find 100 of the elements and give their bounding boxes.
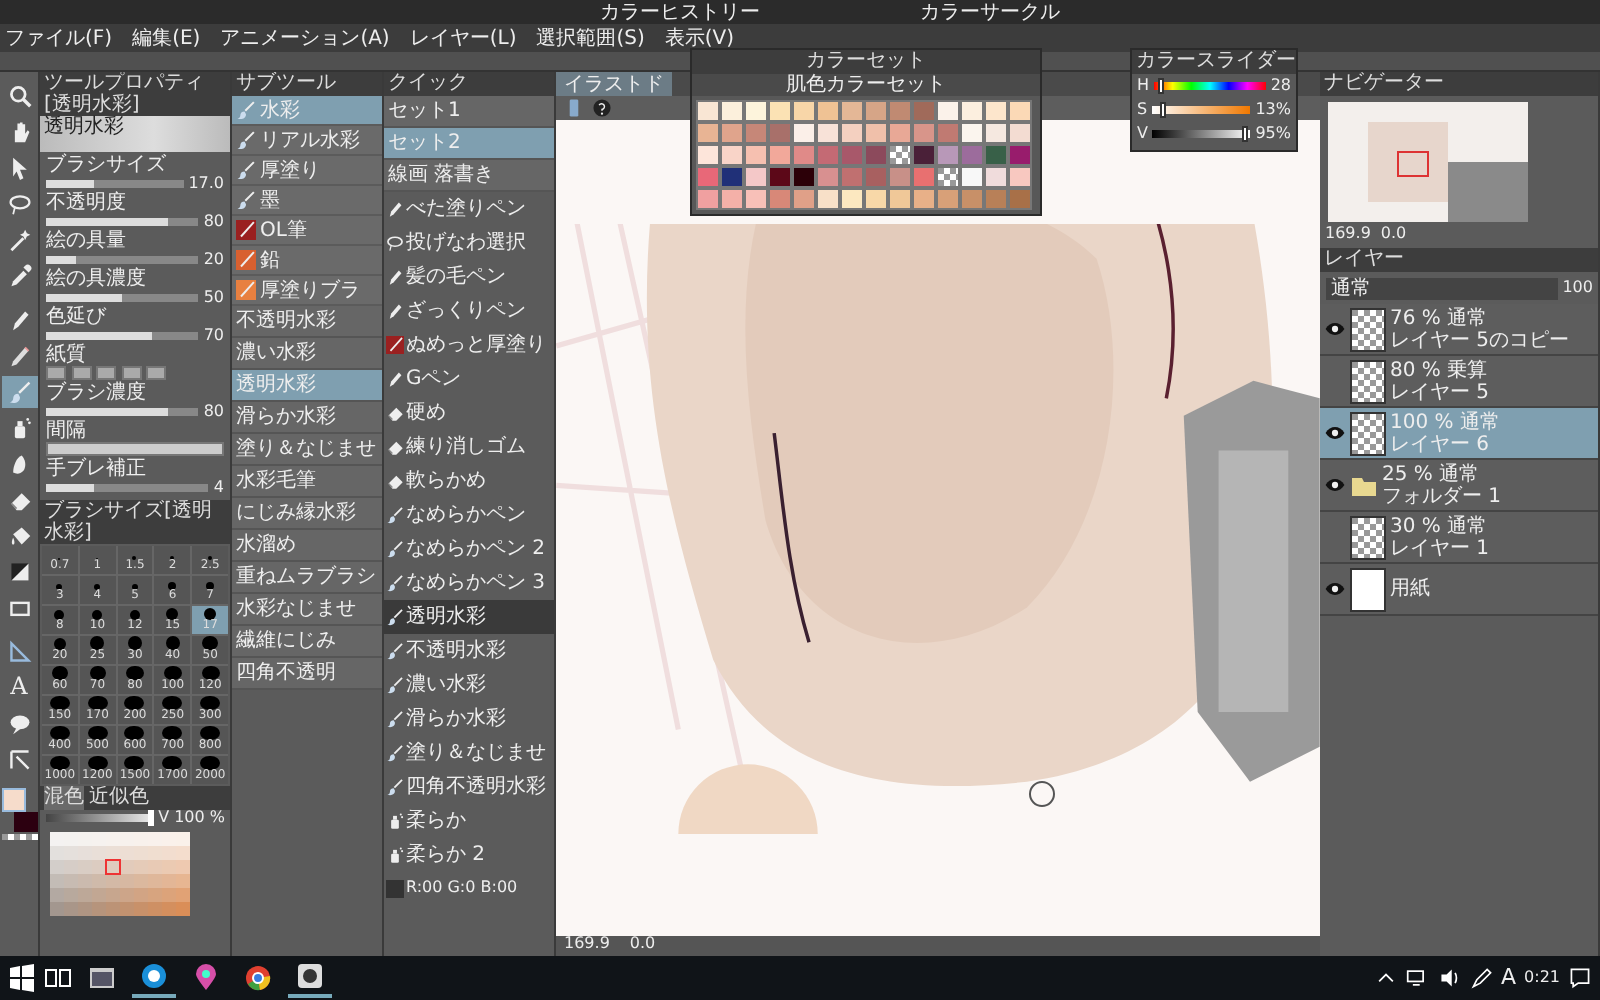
sub-tool-item[interactable]: 重ねムラブラシ bbox=[232, 562, 382, 594]
color-swatch[interactable] bbox=[912, 144, 936, 166]
slider-track[interactable] bbox=[46, 256, 199, 265]
layer-row[interactable]: 80 % 乗算 レイヤー 5 bbox=[1320, 356, 1598, 409]
slider-track[interactable] bbox=[46, 294, 199, 303]
quick-access-item[interactable]: R:00 G:0 B:00 bbox=[384, 872, 554, 906]
color-swatch[interactable] bbox=[960, 122, 984, 144]
color-swatch[interactable] bbox=[1008, 166, 1032, 188]
sub-tool-group[interactable]: 厚塗りブラ bbox=[232, 276, 382, 304]
sub-tool-item[interactable]: 塗り＆なじませ bbox=[232, 434, 382, 466]
color-swatch[interactable] bbox=[816, 122, 840, 144]
spacing-selector[interactable] bbox=[46, 442, 224, 456]
color-swatch[interactable] bbox=[768, 100, 792, 122]
color-swatch[interactable] bbox=[744, 144, 768, 166]
sub-tool-item[interactable]: 水彩なじませ bbox=[232, 594, 382, 626]
quick-access-item[interactable]: 四角不透明水彩 bbox=[384, 770, 554, 804]
brush-tool-button[interactable] bbox=[1, 375, 37, 407]
color-swatch[interactable] bbox=[696, 122, 720, 144]
set-tab[interactable]: セット1 bbox=[384, 96, 554, 128]
color-swatch[interactable] bbox=[744, 122, 768, 144]
texture-swatch[interactable] bbox=[46, 366, 66, 380]
quick-access-item[interactable]: 柔らか 2 bbox=[384, 838, 554, 872]
color-swatch[interactable] bbox=[720, 188, 744, 210]
color-swatch[interactable] bbox=[936, 166, 960, 188]
layer-row[interactable]: 用紙 bbox=[1320, 564, 1598, 617]
sub-tool-item[interactable]: 四角不透明 bbox=[232, 658, 382, 690]
slider-track[interactable] bbox=[46, 332, 199, 341]
color-swatch[interactable] bbox=[792, 122, 816, 144]
color-swatch[interactable] bbox=[840, 122, 864, 144]
color-swatch[interactable] bbox=[720, 166, 744, 188]
color-swatch[interactable] bbox=[816, 144, 840, 166]
color-swatch[interactable] bbox=[984, 100, 1008, 122]
sub-tool-item[interactable]: 水溜め bbox=[232, 530, 382, 562]
sub-tool-item[interactable]: 滑らか水彩 bbox=[232, 402, 382, 434]
color-swatch[interactable] bbox=[936, 122, 960, 144]
eye-icon[interactable] bbox=[1323, 578, 1345, 601]
color-swatch[interactable] bbox=[960, 166, 984, 188]
menu-item[interactable]: アニメーション(A) bbox=[220, 27, 390, 49]
quick-access-item[interactable]: 軟らかめ bbox=[384, 464, 554, 498]
menu-item[interactable]: ファイル(F) bbox=[5, 27, 113, 49]
color-swatch[interactable] bbox=[744, 100, 768, 122]
color-swatch[interactable] bbox=[936, 100, 960, 122]
slider-track[interactable] bbox=[46, 218, 199, 227]
color-swatch[interactable] bbox=[1008, 100, 1032, 122]
color-swatch[interactable] bbox=[864, 100, 888, 122]
texture-swatch[interactable] bbox=[71, 366, 91, 380]
phone-icon[interactable] bbox=[564, 98, 584, 118]
quick-access-item[interactable]: なめらかペン 3 bbox=[384, 566, 554, 600]
color-swatch[interactable] bbox=[768, 144, 792, 166]
sub-tool-item[interactable]: 繊維にじみ bbox=[232, 626, 382, 658]
slider-track[interactable] bbox=[46, 408, 199, 417]
eye-icon[interactable] bbox=[1323, 318, 1345, 341]
color-swatch[interactable] bbox=[888, 144, 912, 166]
color-swatch[interactable] bbox=[792, 188, 816, 210]
color-swatch[interactable] bbox=[816, 100, 840, 122]
layer-row[interactable]: 76 % 通常 レイヤー 5のコピー bbox=[1320, 304, 1598, 357]
quick-access-item[interactable]: べた塗りペン bbox=[384, 192, 554, 226]
color-swatch[interactable] bbox=[936, 144, 960, 166]
quick-access-item[interactable]: 濃い水彩 bbox=[384, 668, 554, 702]
color-swatch[interactable] bbox=[696, 100, 720, 122]
volume-icon[interactable] bbox=[1437, 966, 1461, 990]
notification-icon[interactable] bbox=[1568, 966, 1592, 990]
eye-icon[interactable] bbox=[1323, 422, 1345, 445]
quick-access-item[interactable]: なめらかペン bbox=[384, 498, 554, 532]
color-swatch[interactable] bbox=[744, 166, 768, 188]
quick-access-item[interactable]: なめらかペン 2 bbox=[384, 532, 554, 566]
color-swatch[interactable] bbox=[792, 166, 816, 188]
sub-tool-item[interactable]: 濃い水彩 bbox=[232, 338, 382, 370]
color-swatch[interactable] bbox=[768, 188, 792, 210]
color-swatch[interactable] bbox=[864, 144, 888, 166]
quick-access-item[interactable]: 透明水彩 bbox=[384, 600, 554, 634]
slider-thumb[interactable] bbox=[147, 809, 154, 826]
color-swatch[interactable] bbox=[816, 188, 840, 210]
color-swatch[interactable] bbox=[792, 144, 816, 166]
color-swatch[interactable] bbox=[1008, 188, 1032, 210]
color-swatch[interactable] bbox=[840, 188, 864, 210]
texture-swatch[interactable] bbox=[121, 366, 141, 380]
color-swatch[interactable] bbox=[1008, 122, 1032, 144]
pen-icon[interactable] bbox=[1469, 966, 1493, 990]
color-swatch[interactable] bbox=[720, 144, 744, 166]
color-swatch[interactable] bbox=[696, 144, 720, 166]
main-color-swatch[interactable] bbox=[1, 787, 25, 811]
color-swatch[interactable] bbox=[984, 188, 1008, 210]
clock[interactable]: 0:21 bbox=[1524, 969, 1560, 987]
color-swatch[interactable] bbox=[912, 166, 936, 188]
color-swatch[interactable] bbox=[864, 166, 888, 188]
sub-tool-group[interactable]: リアル水彩 bbox=[232, 126, 382, 154]
navigator-preview-drawing[interactable] bbox=[1325, 101, 1529, 221]
color-swatch[interactable] bbox=[888, 122, 912, 144]
panel-tab[interactable]: 混色 bbox=[44, 785, 84, 809]
layer-row[interactable]: 30 % 通常 レイヤー 1 bbox=[1320, 512, 1598, 565]
quick-access-item[interactable]: 投げなわ選択 bbox=[384, 226, 554, 260]
color-swatch[interactable] bbox=[840, 166, 864, 188]
canvas-tab[interactable]: イラストド bbox=[556, 72, 672, 96]
layer-row[interactable]: 25 % 通常 フォルダー 1 bbox=[1320, 460, 1598, 513]
quick-access-item[interactable]: ざっくりペン bbox=[384, 294, 554, 328]
color-swatch[interactable] bbox=[912, 188, 936, 210]
color-mixing-grid-drawing[interactable] bbox=[50, 831, 190, 916]
network-icon[interactable] bbox=[1405, 966, 1429, 990]
color-swatch[interactable] bbox=[960, 188, 984, 210]
